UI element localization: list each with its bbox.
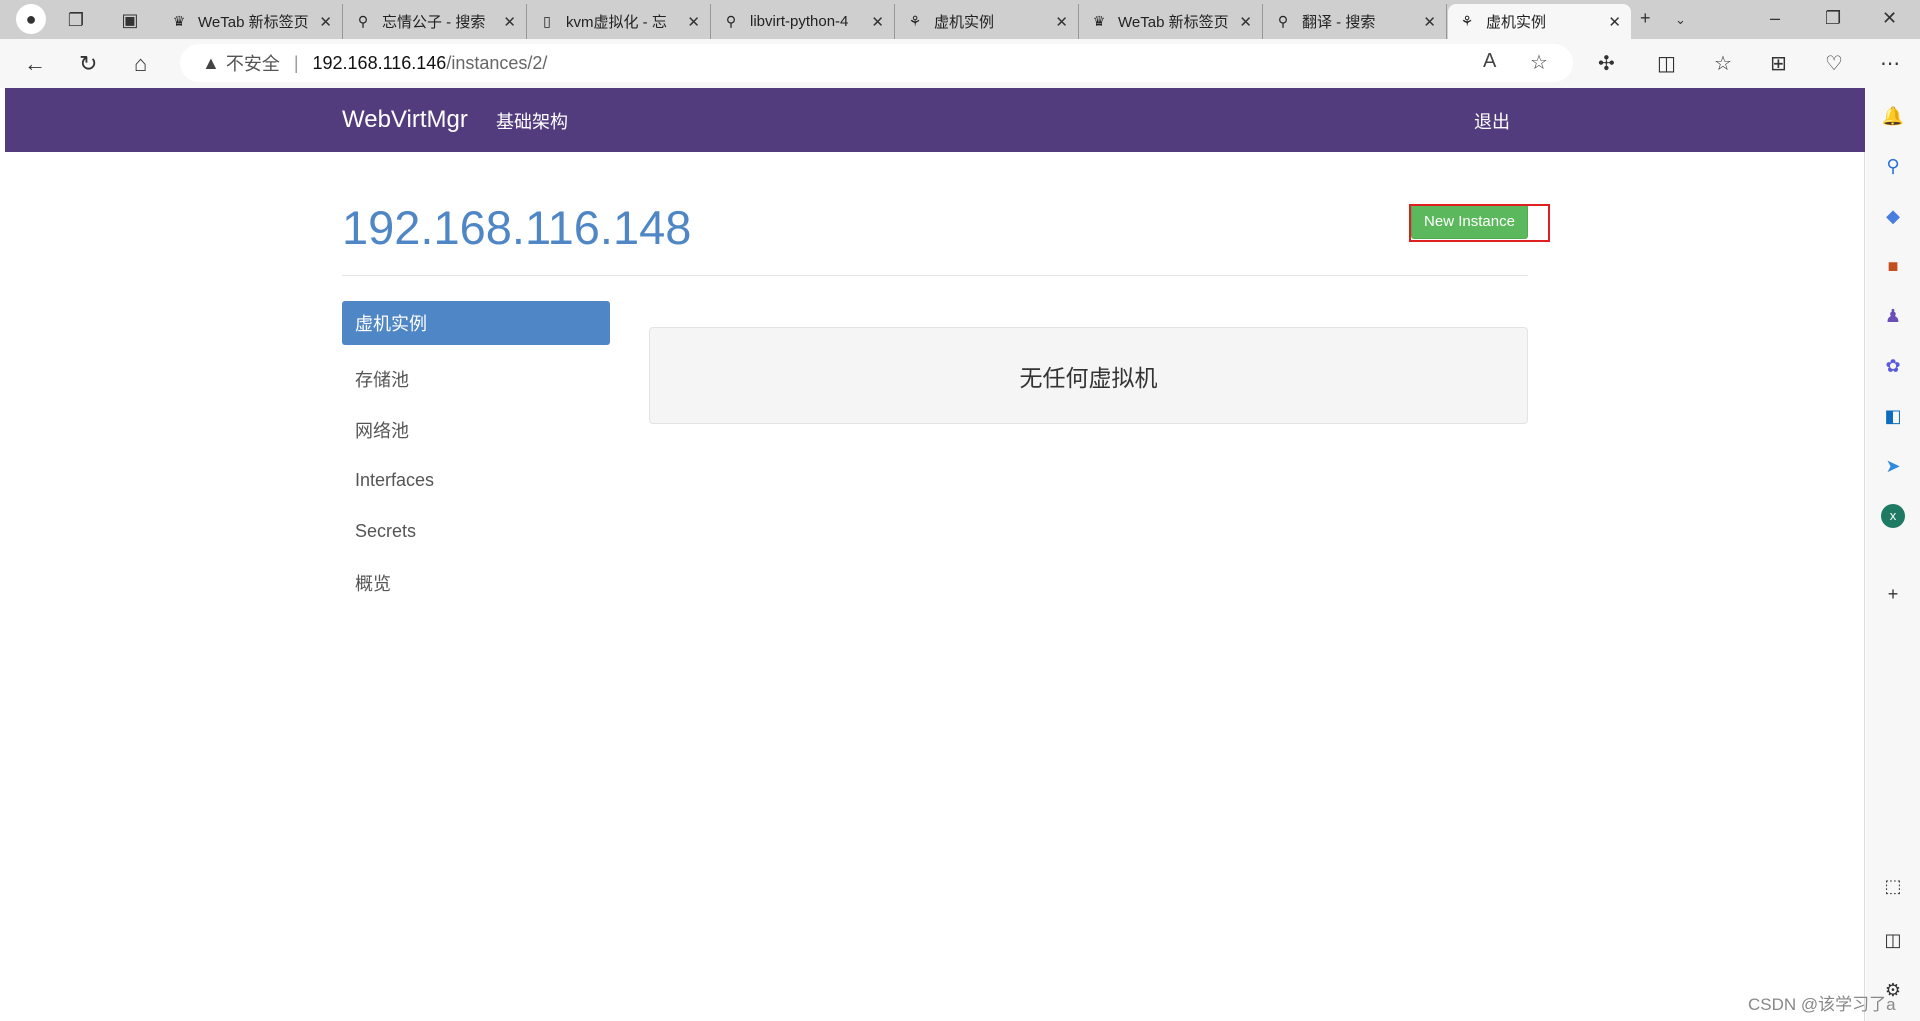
- favorites-icon[interactable]: ☆: [1714, 51, 1732, 76]
- games-icon[interactable]: ♟: [1881, 304, 1905, 328]
- warning-icon: ▲: [202, 52, 220, 73]
- extensions-icon[interactable]: ✣: [1598, 51, 1615, 76]
- address-bar[interactable]: ▲ 不安全 | 192.168.116.146/instances/2/ A ☆: [180, 44, 1573, 82]
- app-icon: ⚘: [908, 13, 922, 29]
- close-tab-icon[interactable]: ✕: [687, 13, 700, 31]
- send-icon[interactable]: ➤: [1881, 454, 1905, 478]
- split-screen-icon[interactable]: ◫: [1657, 51, 1676, 76]
- read-aloud-icon[interactable]: A: [1483, 50, 1496, 73]
- refresh-icon[interactable]: ↻: [79, 51, 97, 77]
- home-icon[interactable]: ⌂: [134, 51, 147, 77]
- close-window-button[interactable]: ✕: [1882, 8, 1897, 29]
- browser-tab[interactable]: ⚘ 虚机实例 ✕: [896, 4, 1079, 39]
- page-icon: ▯: [543, 13, 551, 29]
- app-x-icon[interactable]: x: [1881, 504, 1905, 528]
- close-tab-icon[interactable]: ✕: [1055, 13, 1068, 31]
- url-host: 192.168.116.146: [312, 52, 447, 73]
- edge-sidebar: 🔔 ⚲ ◆ ■ ♟ ✿ ◧ ➤ x + ⬚ ◫ ⚙: [1866, 88, 1920, 1021]
- browser-tab[interactable]: ♛ WeTab 新标签页 ✕: [160, 4, 343, 39]
- search-icon: ⚲: [357, 13, 369, 29]
- close-tab-icon[interactable]: ✕: [319, 13, 332, 31]
- more-menu-icon[interactable]: ⋯: [1880, 51, 1900, 76]
- new-tab-button[interactable]: +: [1640, 8, 1651, 29]
- sidebar-item[interactable]: 网络池: [342, 404, 610, 455]
- empty-message: 无任何虚拟机: [649, 327, 1528, 424]
- app-icon: ⚘: [1460, 13, 1474, 29]
- divider: |: [293, 52, 299, 73]
- tab-title: 忘情公子 - 搜索: [382, 14, 486, 31]
- browser-tab[interactable]: ♛ WeTab 新标签页 ✕: [1080, 4, 1263, 39]
- close-tab-icon[interactable]: ✕: [871, 13, 884, 31]
- tab-title: 翻译 - 搜索: [1302, 14, 1376, 31]
- tab-list-chevron-icon[interactable]: ⌄: [1675, 12, 1686, 28]
- tab-title: libvirt-python-4: [750, 13, 849, 30]
- tab-bar: ● ❐ ▣ ♛ WeTab 新标签页 ✕ ⚲ 忘情公子 - 搜索 ✕ ▯ kvm虚拟化 - 忘…: [0, 0, 1920, 39]
- browser-essentials-icon[interactable]: ♡: [1825, 51, 1843, 76]
- tab-title: WeTab 新标签页: [1118, 14, 1229, 31]
- brand-link[interactable]: WebVirtMgr: [342, 106, 468, 134]
- shopping-tag-icon[interactable]: ◆: [1881, 204, 1905, 228]
- sidebar-item[interactable]: Interfaces: [342, 455, 610, 506]
- close-tab-icon[interactable]: ✕: [1423, 13, 1436, 31]
- browser-tab[interactable]: ⚲ 忘情公子 - 搜索 ✕: [344, 4, 527, 39]
- close-tab-icon[interactable]: ✕: [1608, 13, 1621, 31]
- navbar: WebVirtMgr 基础架构 退出: [5, 88, 1865, 152]
- sidebar-item[interactable]: Secrets: [342, 506, 610, 557]
- back-icon[interactable]: ←: [24, 51, 46, 77]
- tools-icon[interactable]: ■: [1881, 254, 1905, 278]
- url-path: /instances/2/: [446, 52, 548, 73]
- browser-tab[interactable]: ⚲ 翻译 - 搜索 ✕: [1264, 4, 1447, 39]
- collections-add-icon[interactable]: ⊞: [1770, 51, 1787, 76]
- minimize-button[interactable]: –: [1770, 8, 1780, 29]
- search-icon: ⚲: [725, 13, 737, 29]
- tab-title: kvm虚拟化 - 忘: [566, 14, 667, 31]
- sidebar-toggle-icon[interactable]: ◫: [1881, 928, 1905, 952]
- search-icon[interactable]: ⚲: [1881, 154, 1905, 178]
- browser-tab[interactable]: ▯ kvm虚拟化 - 忘 ✕: [528, 4, 711, 39]
- address-toolbar: ← ↻ ⌂ ▲ 不安全 | 192.168.116.146/instances/…: [0, 39, 1920, 88]
- outlook-icon[interactable]: ◧: [1881, 404, 1905, 428]
- copilot-icon[interactable]: ✿: [1881, 354, 1905, 378]
- crown-icon: ♛: [1092, 13, 1106, 29]
- browser-tab[interactable]: ⚘ 虚机实例 ✕: [1448, 4, 1631, 39]
- sidebar-item[interactable]: 虚机实例: [342, 301, 610, 345]
- crown-icon: ♛: [172, 13, 186, 29]
- divider: [342, 275, 1528, 276]
- search-icon: ⚲: [1277, 13, 1289, 29]
- tab-title: 虚机实例: [1486, 14, 1547, 31]
- sidebar: 虚机实例存储池 网络池 Interfaces Secrets 概览: [342, 301, 610, 608]
- profile-icon[interactable]: ●: [16, 4, 46, 34]
- sidebar-item[interactable]: 概览: [342, 557, 610, 608]
- highlight-box: [1409, 204, 1550, 242]
- logout-link[interactable]: 退出: [1474, 108, 1510, 134]
- bell-icon[interactable]: 🔔: [1881, 104, 1905, 128]
- sidebar-item[interactable]: 存储池: [342, 353, 610, 404]
- favorite-star-icon[interactable]: ☆: [1530, 50, 1548, 75]
- close-tab-icon[interactable]: ✕: [503, 13, 516, 31]
- collections-icon[interactable]: ❐: [64, 8, 88, 32]
- tab-actions-icon[interactable]: ▣: [118, 8, 142, 32]
- not-secure-label: 不安全: [225, 54, 280, 74]
- restore-button[interactable]: ❐: [1825, 8, 1841, 29]
- browser-tab[interactable]: ⚲ libvirt-python-4 ✕: [712, 4, 895, 39]
- nav-infrastructure-link[interactable]: 基础架构: [496, 108, 568, 134]
- page-title: 192.168.116.148: [342, 201, 692, 254]
- web-page: WebVirtMgr 基础架构 退出 192.168.116.148 New I…: [5, 88, 1865, 1021]
- watermark: CSDN @该学习了a: [1748, 995, 1896, 1014]
- screenshot-icon[interactable]: ⬚: [1881, 874, 1905, 898]
- tab-title: WeTab 新标签页: [198, 14, 309, 31]
- add-icon[interactable]: +: [1881, 582, 1905, 606]
- tab-title: 虚机实例: [934, 14, 995, 31]
- close-tab-icon[interactable]: ✕: [1239, 13, 1252, 31]
